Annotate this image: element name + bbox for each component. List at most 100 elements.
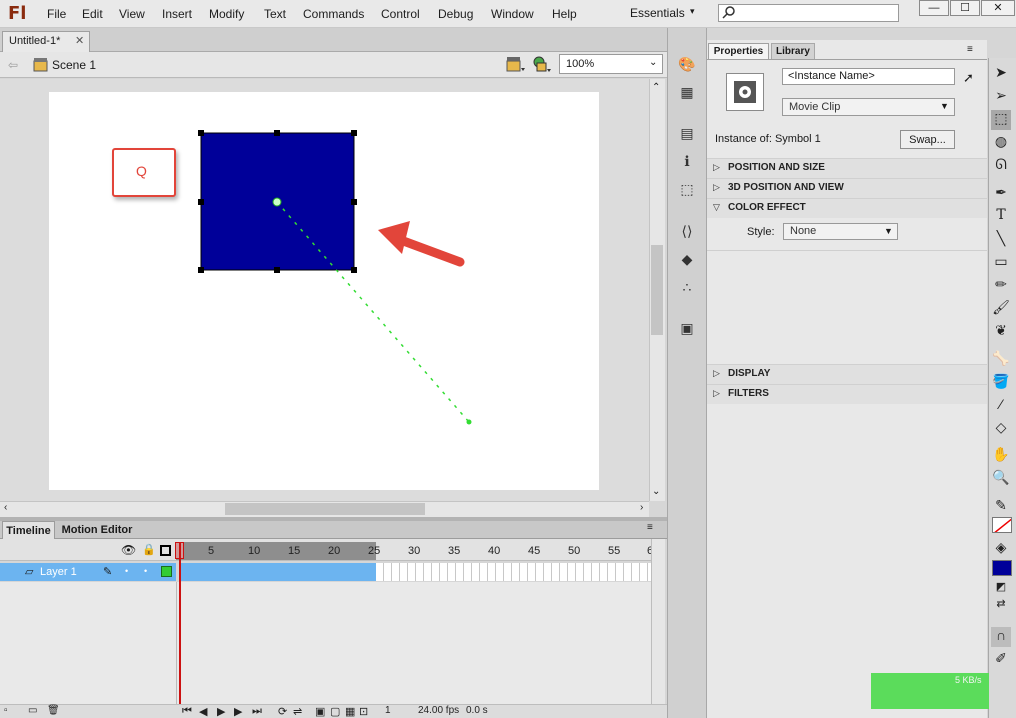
- zoom-tool-icon[interactable]: 🔍: [991, 469, 1011, 489]
- motion-path-end[interactable]: [466, 419, 472, 425]
- timeline-scrollbar[interactable]: [651, 539, 665, 705]
- chevron-right-icon[interactable]: ▷: [713, 182, 720, 193]
- components-icon[interactable]: ◆: [676, 251, 698, 271]
- play-button[interactable]: ▶: [217, 705, 225, 718]
- paint-bucket-tool-icon[interactable]: 🪣: [991, 373, 1011, 393]
- scroll-up-icon[interactable]: ⌃: [652, 82, 660, 93]
- close-tab-icon[interactable]: ✕: [75, 34, 84, 47]
- section-display-title[interactable]: DISPLAY: [728, 368, 770, 379]
- chevron-down-icon[interactable]: ▼: [940, 101, 949, 111]
- stage-horizontal-scroll-thumb[interactable]: [225, 503, 425, 515]
- registration-point[interactable]: [272, 197, 282, 207]
- swap-colors-icon[interactable]: ⇄: [991, 597, 1011, 617]
- tween-span-frames[interactable]: [180, 563, 376, 581]
- menu-control[interactable]: Control: [381, 7, 420, 21]
- stage-vertical-scroll-thumb[interactable]: [651, 245, 663, 335]
- tab-properties[interactable]: Properties: [708, 43, 769, 60]
- scene-label[interactable]: Scene 1: [52, 58, 96, 72]
- back-arrow-icon[interactable]: ⇦: [8, 58, 18, 72]
- chevron-down-icon[interactable]: ⌄: [649, 57, 657, 68]
- link-icon[interactable]: ➚: [963, 70, 974, 86]
- first-frame-button[interactable]: ⏮: [182, 705, 192, 718]
- layer-outline-color[interactable]: [161, 566, 172, 577]
- section-position-size-title[interactable]: POSITION AND SIZE: [728, 162, 825, 173]
- workspace-dropdown-icon[interactable]: ▾: [690, 6, 695, 17]
- menu-commands[interactable]: Commands: [303, 7, 364, 21]
- smooth-icon[interactable]: ✐: [991, 650, 1011, 670]
- color-panel-icon[interactable]: 🎨: [676, 56, 698, 76]
- delete-layer-icon[interactable]: 🗑: [47, 705, 60, 716]
- line-tool-icon[interactable]: ╲: [991, 230, 1011, 250]
- symbol-type-select[interactable]: Movie Clip: [782, 98, 955, 116]
- help-search-input[interactable]: [718, 4, 899, 22]
- onion-outline-icon[interactable]: ▢: [330, 705, 340, 718]
- style-select[interactable]: None: [783, 223, 898, 240]
- frame-rate[interactable]: 24.00 fps: [418, 705, 459, 716]
- edit-scene-icon[interactable]: [506, 56, 526, 74]
- brush-tool-icon[interactable]: 🖌: [991, 299, 1011, 319]
- 3d-rotation-tool-icon[interactable]: ◍: [991, 133, 1011, 153]
- onion-skin-icon[interactable]: ▣: [315, 705, 325, 718]
- info-icon[interactable]: ℹ: [676, 153, 698, 173]
- minimize-button[interactable]: —: [919, 0, 949, 16]
- step-back-button[interactable]: ◀: [199, 705, 207, 718]
- pencil-tool-icon[interactable]: ✏: [991, 276, 1011, 296]
- hand-tool-icon[interactable]: ✋: [991, 446, 1011, 466]
- chevron-right-icon[interactable]: ▷: [713, 162, 720, 173]
- playhead[interactable]: [179, 542, 181, 704]
- workspace-switcher[interactable]: Essentials: [630, 6, 685, 20]
- swap-button[interactable]: Swap...: [900, 130, 955, 149]
- menu-view[interactable]: View: [119, 7, 145, 21]
- chevron-down-icon[interactable]: ▼: [884, 226, 893, 236]
- swatches-icon[interactable]: ▦: [676, 84, 698, 104]
- menu-file[interactable]: File: [47, 7, 66, 21]
- new-layer-icon[interactable]: ▫: [4, 705, 8, 716]
- new-folder-icon[interactable]: ▭: [28, 705, 37, 716]
- tab-library[interactable]: Library: [771, 43, 815, 60]
- section-3d-position-title[interactable]: 3D POSITION AND VIEW: [728, 182, 844, 193]
- eraser-tool-icon[interactable]: ◇: [991, 419, 1011, 439]
- stroke-color-swatch[interactable]: [992, 517, 1012, 533]
- center-frame-icon[interactable]: ⇌: [293, 705, 302, 718]
- edit-multiple-icon[interactable]: ▦: [345, 705, 355, 718]
- scroll-right-icon[interactable]: ›: [640, 502, 643, 513]
- maximize-button[interactable]: ☐: [950, 0, 980, 16]
- chevron-down-icon[interactable]: ▽: [713, 202, 720, 213]
- eye-icon[interactable]: 👁: [121, 543, 136, 557]
- code-snippets-icon[interactable]: ⟨⟩: [676, 223, 698, 243]
- menu-debug[interactable]: Debug: [438, 7, 473, 21]
- outline-icon[interactable]: [160, 545, 171, 556]
- section-color-effect-title[interactable]: COLOR EFFECT: [728, 202, 806, 213]
- text-tool-icon[interactable]: T: [991, 207, 1011, 227]
- transform-icon[interactable]: ⬚: [676, 181, 698, 201]
- menu-edit[interactable]: Edit: [82, 7, 103, 21]
- align-icon[interactable]: ▤: [676, 125, 698, 145]
- close-window-button[interactable]: ✕: [981, 0, 1015, 16]
- lock-icon[interactable]: 🔒: [142, 543, 156, 556]
- menu-text[interactable]: Text: [264, 7, 286, 21]
- motion-presets-icon[interactable]: ∴: [676, 279, 698, 299]
- selection-tool-icon[interactable]: ➤: [991, 64, 1011, 84]
- step-forward-button[interactable]: ▶: [234, 705, 242, 718]
- loop-icon[interactable]: ⟳: [278, 705, 287, 718]
- eyedropper-tool-icon[interactable]: ⁄: [991, 396, 1011, 416]
- section-filters-title[interactable]: FILTERS: [728, 388, 769, 399]
- deco-tool-icon[interactable]: ❦: [991, 322, 1011, 342]
- instance-name-input[interactable]: <Instance Name>: [782, 68, 955, 85]
- snap-to-objects-icon[interactable]: ∩: [991, 627, 1011, 647]
- menu-help[interactable]: Help: [552, 7, 577, 21]
- pen-tool-icon[interactable]: ✒: [991, 184, 1011, 204]
- project-icon[interactable]: ▣: [676, 320, 698, 340]
- bone-tool-icon[interactable]: 🦴: [991, 350, 1011, 370]
- layer-name[interactable]: Layer 1: [40, 566, 77, 578]
- scroll-down-icon[interactable]: ⌄: [652, 486, 660, 497]
- chevron-right-icon[interactable]: ▷: [713, 388, 720, 399]
- panel-options-icon[interactable]: ≡: [967, 44, 973, 55]
- lasso-tool-icon[interactable]: ᘏ: [991, 156, 1011, 176]
- tab-motion-editor[interactable]: Motion Editor: [57, 521, 137, 539]
- panel-menu-icon[interactable]: ≡: [647, 522, 653, 533]
- chevron-right-icon[interactable]: ▷: [713, 368, 720, 379]
- tab-timeline[interactable]: Timeline: [2, 521, 55, 539]
- free-transform-tool-icon[interactable]: ⬚: [991, 110, 1011, 130]
- scroll-left-icon[interactable]: ‹: [4, 502, 7, 513]
